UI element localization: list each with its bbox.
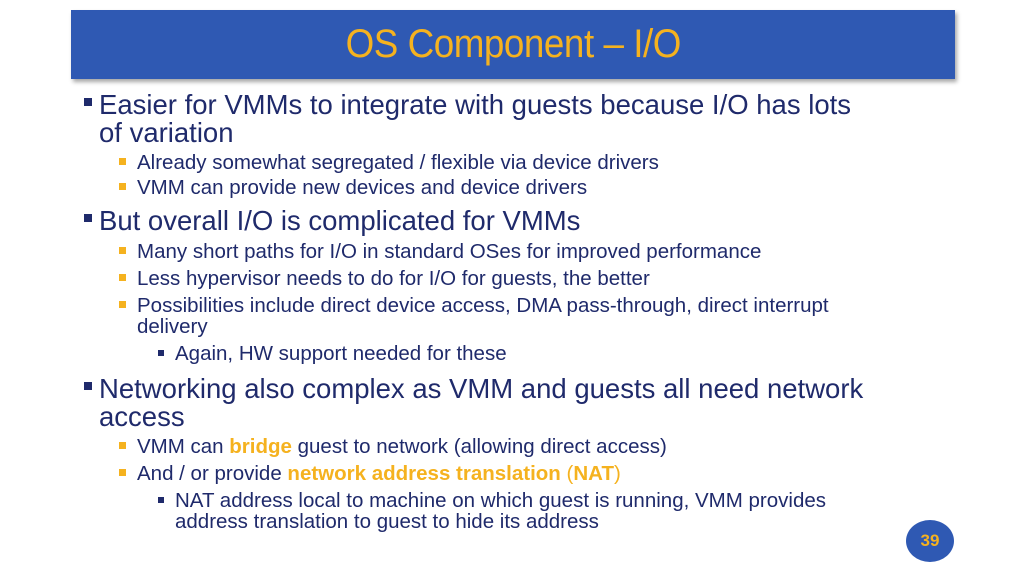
bullet-2-line-1: But overall I/O is complicated for VMMs xyxy=(99,205,581,236)
bullet-3-sub-1-post: guest to network (allowing direct access… xyxy=(291,435,667,458)
bullet-3-sub-2-paren: ( xyxy=(560,462,574,485)
page-number: 39 xyxy=(920,531,940,550)
bullet-square-icon xyxy=(84,214,92,222)
bullet-2-subsub-1: Again, HW support needed for these xyxy=(175,342,507,365)
bullet-3-line-1: Networking also complex as VMM and guest… xyxy=(99,373,864,404)
sub-bullet-square-icon xyxy=(119,183,126,190)
bullet-3-sub-2: And / or provide network address transla… xyxy=(137,463,621,484)
sub-bullet-square-icon xyxy=(119,247,126,254)
bullet-1-line-2: of variation xyxy=(99,117,234,148)
highlight-nat-full: network address translation xyxy=(287,462,561,485)
highlight-bridge: bridge xyxy=(229,435,292,458)
sub-bullet-square-icon xyxy=(119,158,126,165)
bullet-3-sub-1-pre: VMM can xyxy=(137,435,230,458)
subsub-bullet-square-icon xyxy=(158,350,164,356)
bullet-3-sub-2-pre: And / or provide xyxy=(137,462,288,485)
bullet-1-sub-2: VMM can provide new devices and device d… xyxy=(137,176,588,199)
bullet-3-subsub-line-1: NAT address local to machine on which gu… xyxy=(175,489,826,512)
bullet-2-sub-2: Less hypervisor needs to do for I/O for … xyxy=(137,267,650,290)
bullet-3-line-2: access xyxy=(99,401,185,432)
bullet-2-sub-3-line-2: delivery xyxy=(137,315,208,338)
slide-content: Easier for VMMs to integrate with guests… xyxy=(0,0,1024,576)
highlight-nat: NAT xyxy=(573,462,614,485)
sub-bullet-square-icon xyxy=(119,442,126,449)
subsub-bullet-square-icon xyxy=(158,497,164,503)
sub-bullet-square-icon xyxy=(119,301,126,308)
sub-bullet-square-icon xyxy=(119,274,126,281)
bullet-square-icon xyxy=(84,98,92,106)
bullet-2-sub-3-line-1: Possibilities include direct device acce… xyxy=(137,294,829,317)
bullet-2-sub-1: Many short paths for I/O in standard OSe… xyxy=(137,240,762,263)
bullet-3-sub-2-post: ) xyxy=(614,462,621,485)
bullet-square-icon xyxy=(84,382,92,390)
bullet-3-subsub-line-2: address translation to guest to hide its… xyxy=(175,510,599,533)
sub-bullet-square-icon xyxy=(119,469,126,476)
bullet-1-line-1: Easier for VMMs to integrate with guests… xyxy=(99,89,852,120)
bullet-3-sub-1: VMM can bridge guest to network (allowin… xyxy=(137,436,667,457)
page-number-badge: 39 xyxy=(906,520,954,562)
bullet-1-sub-1: Already somewhat segregated / flexible v… xyxy=(137,151,659,174)
